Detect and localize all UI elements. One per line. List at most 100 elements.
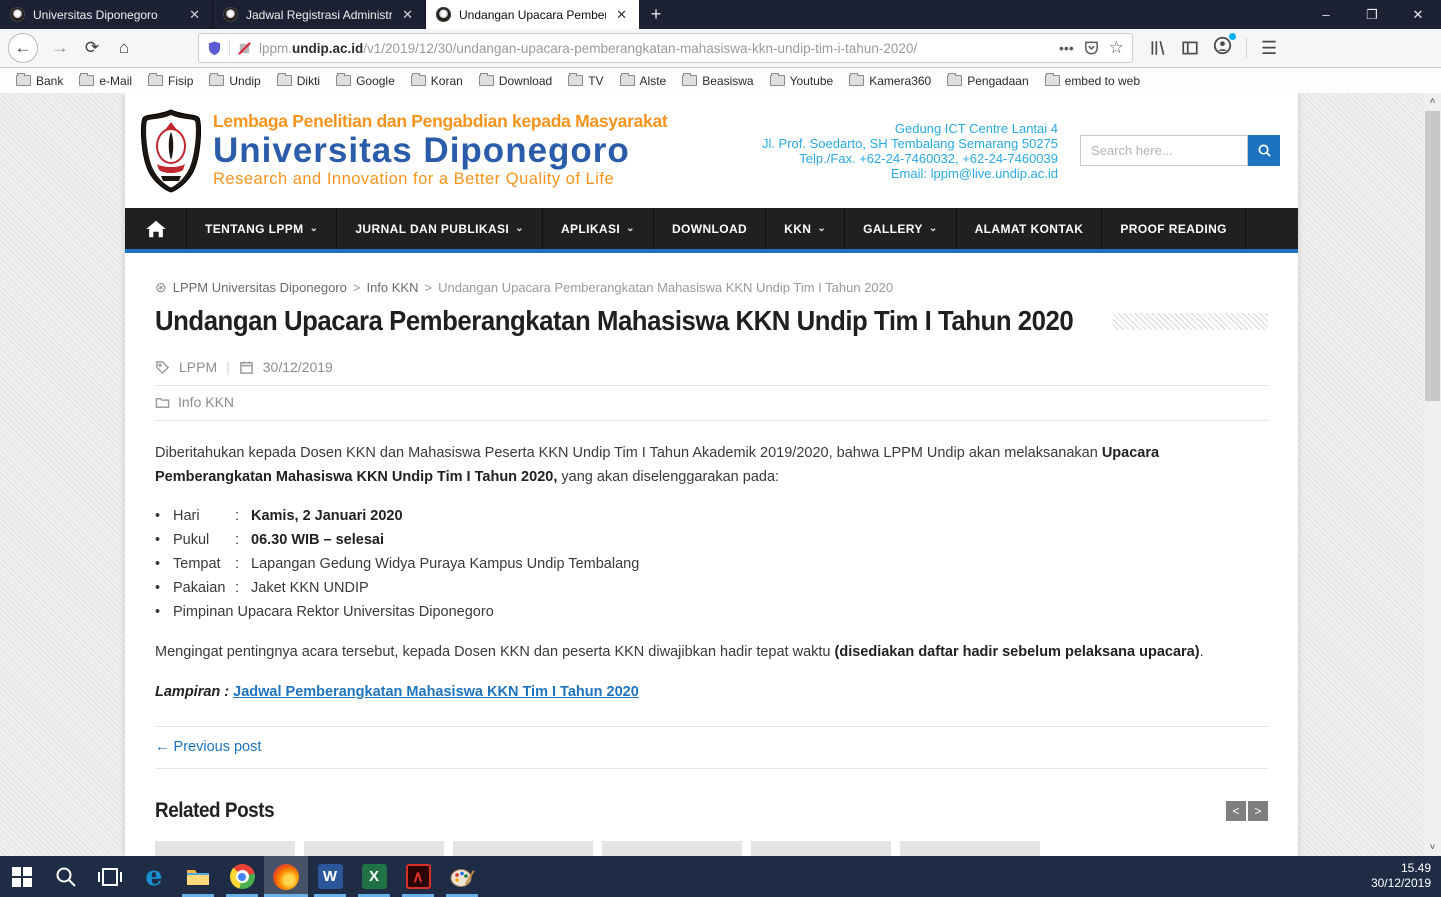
- tab-favicon: [436, 7, 451, 22]
- bookmark-tv[interactable]: TV: [562, 72, 609, 90]
- window-restore-button[interactable]: ❐: [1349, 0, 1395, 29]
- attachment-label: Lampiran :: [155, 684, 229, 700]
- browser-tab-1[interactable]: Jadwal Registrasi Administratif✕: [213, 0, 426, 29]
- bookmark-label: Koran: [431, 74, 463, 88]
- reload-button[interactable]: ⟳: [76, 32, 108, 64]
- scroll-up-arrow[interactable]: ˄: [1430, 93, 1436, 110]
- scroll-down-arrow[interactable]: ˅: [1430, 839, 1436, 856]
- folder-icon: [411, 75, 426, 86]
- event-detail-item: •Pimpinan Upacara Rektor Universitas Dip…: [155, 600, 1268, 624]
- related-post-thumbnail[interactable]: [751, 841, 891, 856]
- related-next-button[interactable]: >: [1248, 801, 1268, 821]
- window-close-button[interactable]: ✕: [1395, 0, 1441, 29]
- folder-icon: [336, 75, 351, 86]
- window-minimize-button[interactable]: –: [1303, 0, 1349, 29]
- scrollbar-thumb[interactable]: [1425, 111, 1440, 401]
- blocked-extension-icon[interactable]: [237, 41, 252, 56]
- paint-icon[interactable]: [440, 856, 484, 897]
- site-search-button[interactable]: [1248, 135, 1280, 166]
- page-scrollbar[interactable]: ˄ ˅: [1424, 93, 1441, 856]
- start-button[interactable]: [0, 856, 44, 897]
- nav-item-aplikasi[interactable]: APLIKASI⌄: [543, 208, 654, 249]
- nav-item-kkn[interactable]: KKN⌄: [766, 208, 845, 249]
- bookmark-label: Google: [356, 74, 395, 88]
- bookmark-kamera360[interactable]: Kamera360: [843, 72, 937, 90]
- tracking-protection-shield-icon[interactable]: [207, 40, 222, 56]
- bookmark-label: Alste: [640, 74, 667, 88]
- back-button[interactable]: ←: [8, 33, 38, 63]
- post-author[interactable]: LPPM: [179, 359, 217, 375]
- related-post-thumbnail[interactable]: [304, 841, 444, 856]
- bookmark-pengadaan[interactable]: Pengadaan: [941, 72, 1034, 90]
- breadcrumb-home-link[interactable]: LPPM Universitas Diponegoro: [173, 280, 347, 295]
- chrome-icon[interactable]: [220, 856, 264, 897]
- pocket-icon[interactable]: [1084, 40, 1099, 56]
- bookmark-alste[interactable]: Alste: [614, 72, 673, 90]
- nav-item-proof-reading[interactable]: PROOF READING: [1102, 208, 1246, 249]
- excel-icon[interactable]: X: [352, 856, 396, 897]
- forward-button[interactable]: →: [44, 32, 76, 64]
- tab-close-icon[interactable]: ✕: [614, 7, 629, 23]
- chevron-down-icon: ⌄: [515, 223, 524, 234]
- page-actions-icon[interactable]: •••: [1059, 40, 1074, 56]
- folder-icon: [770, 75, 785, 86]
- undip-logo: [139, 108, 203, 194]
- tab-close-icon[interactable]: ✕: [400, 7, 415, 23]
- file-explorer-icon[interactable]: [176, 856, 220, 897]
- bookmark-fisip[interactable]: Fisip: [142, 72, 199, 90]
- browser-tab-0[interactable]: Universitas Diponegoro✕: [0, 0, 213, 29]
- nav-item-jurnal-dan-publikasi[interactable]: JURNAL DAN PUBLIKASI⌄: [337, 208, 543, 249]
- menu-hamburger-icon[interactable]: ☰: [1261, 38, 1277, 59]
- bookmark-star-icon[interactable]: ☆: [1109, 38, 1124, 58]
- acrobat-icon[interactable]: ∧: [396, 856, 440, 897]
- account-icon[interactable]: [1213, 36, 1232, 60]
- nav-item-tentang-lppm[interactable]: TENTANG LPPM⌄: [187, 208, 337, 249]
- previous-post-link[interactable]: ← Previous post: [155, 739, 261, 755]
- nav-item-gallery[interactable]: GALLERY⌄: [845, 208, 956, 249]
- firefox-icon[interactable]: [264, 856, 308, 897]
- bookmark-label: Download: [499, 74, 552, 88]
- bookmark-beasiswa[interactable]: Beasiswa: [676, 72, 759, 90]
- taskbar-clock[interactable]: 15.49 30/12/2019: [1371, 856, 1441, 897]
- related-post-thumbnail[interactable]: [900, 841, 1040, 856]
- url-bar[interactable]: lppm.undip.ac.id/v1/2019/12/30/undangan-…: [198, 33, 1133, 63]
- bookmark-google[interactable]: Google: [330, 72, 401, 90]
- attachment-link[interactable]: Jadwal Pemberangkatan Mahasiswa KKN Tim …: [233, 684, 639, 700]
- folder-icon: [277, 75, 292, 86]
- bookmark-download[interactable]: Download: [473, 72, 558, 90]
- bookmark-dikti[interactable]: Dikti: [271, 72, 326, 90]
- nav-item-alamat-kontak[interactable]: ALAMAT KONTAK: [957, 208, 1103, 249]
- related-post-thumbnail[interactable]: [602, 841, 742, 856]
- post-category-link[interactable]: Info KKN: [178, 394, 234, 410]
- nav-item-download[interactable]: DOWNLOAD: [654, 208, 766, 249]
- word-icon[interactable]: W: [308, 856, 352, 897]
- tab-close-icon[interactable]: ✕: [187, 7, 202, 23]
- bookmark-bank[interactable]: Bank: [10, 72, 69, 90]
- bookmark-undip[interactable]: Undip: [203, 72, 266, 90]
- library-icon[interactable]: [1149, 39, 1167, 57]
- edge-icon[interactable]: e: [132, 856, 176, 897]
- taskbar-search-icon[interactable]: [44, 856, 88, 897]
- home-button[interactable]: ⌂: [108, 32, 140, 64]
- bookmark-e-mail[interactable]: e-Mail: [73, 72, 138, 90]
- nav-home-icon[interactable]: [125, 208, 187, 249]
- folder-icon: [209, 75, 224, 86]
- event-detail-list: •Hari:Kamis, 2 Januari 2020•Pukul:06.30 …: [155, 504, 1268, 624]
- site-search-input[interactable]: [1080, 135, 1248, 166]
- task-view-icon[interactable]: [88, 856, 132, 897]
- bookmark-embed-to-web[interactable]: embed to web: [1039, 72, 1146, 90]
- related-post-thumbnail[interactable]: [453, 841, 593, 856]
- new-tab-button[interactable]: +: [639, 0, 673, 29]
- paragraph-intro: Diberitahukan kepada Dosen KKN dan Mahas…: [155, 441, 1268, 489]
- bookmark-koran[interactable]: Koran: [405, 72, 469, 90]
- browser-tab-2[interactable]: Undangan Upacara Pemberang✕: [426, 0, 639, 29]
- bookmark-label: embed to web: [1065, 74, 1140, 88]
- related-post-thumbnail[interactable]: [155, 841, 295, 856]
- breadcrumb-category-link[interactable]: Info KKN: [366, 280, 418, 295]
- site-tagline-top: Lembaga Penelitian dan Pengabdian kepada…: [213, 112, 667, 130]
- site-nav: TENTANG LPPM⌄JURNAL DAN PUBLIKASI⌄APLIKA…: [125, 208, 1298, 253]
- url-text[interactable]: lppm.undip.ac.id/v1/2019/12/30/undangan-…: [259, 41, 1052, 56]
- sidebar-icon[interactable]: [1181, 39, 1199, 57]
- bookmark-youtube[interactable]: Youtube: [764, 72, 840, 90]
- related-prev-button[interactable]: <: [1226, 801, 1246, 821]
